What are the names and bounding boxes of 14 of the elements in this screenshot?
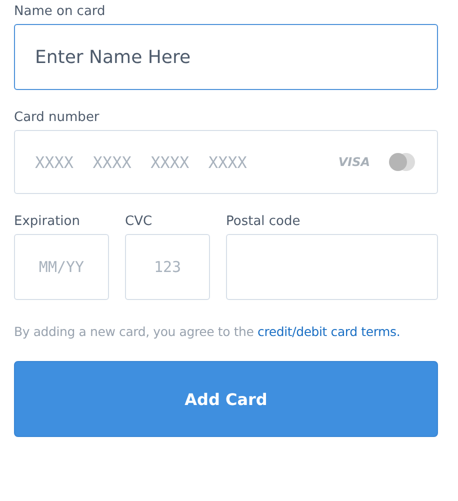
card-brand-label: VISA [338, 155, 370, 169]
name-input[interactable]: Enter Name Here [14, 24, 438, 90]
field-label: Name on card [14, 4, 106, 20]
field-label: Postal code [226, 214, 300, 230]
field-label: Card number [14, 110, 100, 126]
terms-text: By adding a new card, you agree to the credit/debit card terms. [14, 324, 402, 339]
terms-link[interactable]: credit/debit card terms. [258, 324, 400, 339]
field-label: Expiration [14, 214, 80, 230]
add-card-button[interactable]: Add Card [14, 361, 438, 437]
card-brand-icon [386, 152, 418, 172]
text-input[interactable]: MM/YY [14, 234, 109, 300]
text-input[interactable]: 123 [125, 234, 210, 300]
text-input[interactable] [226, 234, 438, 300]
field-label: CVC [125, 214, 152, 230]
